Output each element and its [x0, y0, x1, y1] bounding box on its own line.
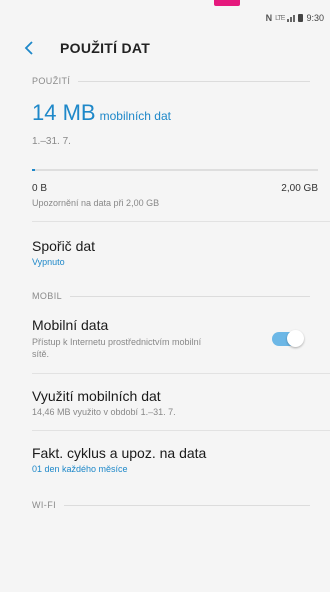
section-label-wifi: WI-FI [32, 500, 56, 511]
divider [32, 430, 330, 432]
battery-icon [298, 14, 304, 22]
usage-amount: 14 MB [32, 100, 96, 125]
status-time: 9:30 [306, 13, 324, 23]
data-saver-item[interactable]: Spořič dat Vypnuto [0, 238, 330, 267]
section-divider [64, 504, 310, 506]
divider [32, 373, 330, 375]
back-arrow-icon[interactable] [24, 39, 42, 57]
nfc-icon: N [265, 13, 273, 23]
network-type-label: LTE [275, 14, 285, 22]
page-title: POUŽITÍ DAT [60, 40, 151, 56]
section-header-wifi: WI-FI [0, 500, 330, 510]
billing-cycle-description: 01 den každého měsíce [32, 464, 128, 475]
billing-cycle-title: Fakt. cyklus a upoz. na data [32, 445, 207, 462]
data-saver-title: Spořič dat [32, 238, 96, 254]
mobile-usage-item[interactable]: Využití mobilních dat 14,46 MB využito v… [0, 388, 330, 417]
section-divider [78, 80, 310, 82]
section-label-mobile: MOBIL [32, 291, 63, 301]
section-header-usage: POUŽITÍ [0, 76, 330, 86]
mobile-data-description: Přístup k Internetu prostřednictvím mobi… [32, 337, 202, 360]
mobile-usage-title: Využití mobilních dat [32, 388, 161, 405]
usage-summary: 14 MB mobilních dat 1.–31. 7. [0, 100, 330, 147]
usage-amount-label: mobilních dat [99, 109, 171, 123]
scale-max: 2,00 GB [281, 183, 318, 194]
mobile-usage-description: 14,46 MB využito v období 1.–31. 7. [32, 407, 176, 418]
toggle-knob [287, 329, 304, 347]
billing-cycle-item[interactable]: Fakt. cyklus a upoz. na data 01 den každ… [0, 445, 330, 474]
data-warning-text: Upozornění na data při 2,00 GB [32, 198, 160, 208]
usage-progress-bar [32, 169, 318, 171]
mobile-data-title: Mobilní data [32, 317, 109, 333]
section-divider [70, 295, 310, 297]
section-label-usage: POUŽITÍ [32, 76, 71, 86]
usage-period: 1.–31. 7. [32, 136, 71, 147]
signal-strength-icon [287, 14, 296, 22]
section-header-mobile: MOBIL [0, 291, 330, 301]
usage-progress-fill [32, 169, 35, 171]
divider [32, 221, 330, 222]
status-icons: N LTE 9:30 [266, 13, 324, 23]
app-header: POUŽITÍ DAT [0, 28, 330, 68]
usage-scale: 0 B 2,00 GB [0, 171, 330, 194]
data-saver-status: Vypnuto [32, 257, 65, 267]
mobile-data-toggle[interactable] [272, 329, 304, 347]
scale-min: 0 B [32, 183, 48, 194]
mobile-data-item[interactable]: Mobilní data Přístup k Internetu prostře… [0, 317, 330, 360]
status-bar: N LTE 9:30 [0, 0, 330, 28]
